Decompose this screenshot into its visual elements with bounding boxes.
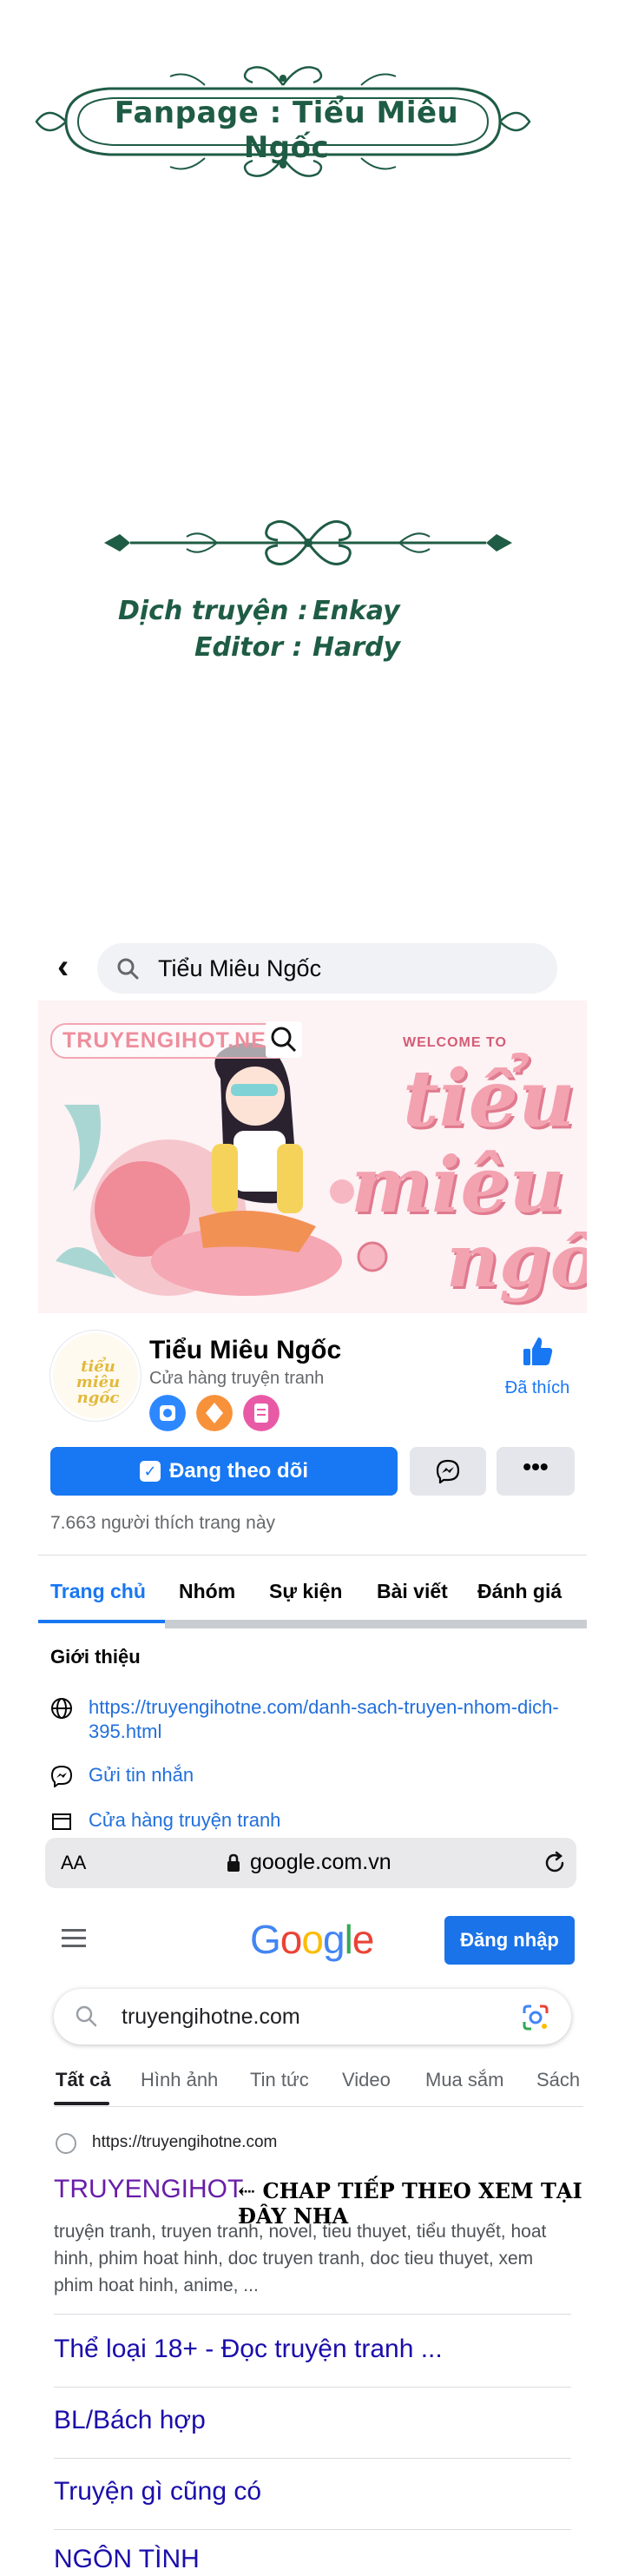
shop-icon: [52, 1813, 71, 1830]
share-badge-icon[interactable]: [149, 1395, 186, 1431]
tab-video[interactable]: Video: [342, 2069, 391, 2091]
intro-website-row: https://truyengihotne.com/danh-sach-truy…: [50, 1695, 571, 1747]
divider: [54, 2314, 571, 2315]
search-query: truyengihotne.com: [122, 2005, 300, 2029]
tab-home[interactable]: Trang chủ: [50, 1580, 146, 1603]
url-text: google.com.vn: [250, 1850, 391, 1874]
cover-title-line1: tiểu: [403, 1053, 576, 1145]
tab-books[interactable]: Sách: [536, 2069, 580, 2091]
search-query: Tiểu Miêu Ngốc: [158, 955, 322, 981]
page-profile-row: tiểu miêu ngốc Tiểu Miêu Ngốc Cửa hàng t…: [38, 1313, 587, 1443]
result-title-link[interactable]: TRUYENGIHOT: [54, 2175, 243, 2204]
sitelink-18plus[interactable]: Thể loại 18+ - Đọc truyện tranh ...: [54, 2335, 571, 2364]
tab-reviews[interactable]: Đánh giá: [477, 1580, 562, 1603]
google-search-box[interactable]: truyengihotne.com: [54, 1989, 571, 2044]
zoom-icon: [266, 1021, 302, 1058]
site-favicon-icon: [56, 2133, 76, 2154]
tab-events[interactable]: Sự kiện: [269, 1580, 342, 1603]
cover-welcome-text: WELCOME TO: [403, 1035, 507, 1050]
following-button[interactable]: ✓ Đang theo dõi: [50, 1447, 398, 1496]
active-tab-indicator: [38, 1620, 165, 1623]
tab-all[interactable]: Tất cả: [56, 2069, 111, 2091]
thumbs-up-icon: [523, 1338, 553, 1365]
search-icon: [76, 2005, 97, 2027]
google-logo[interactable]: Google: [250, 1916, 374, 1963]
messenger-button[interactable]: [410, 1447, 486, 1496]
check-icon: ✓: [140, 1461, 161, 1482]
sitelink-bl[interactable]: BL/Bách hợp: [54, 2406, 571, 2435]
tab-posts[interactable]: Bài viết: [377, 1580, 448, 1603]
website-link[interactable]: https://truyengihotne.com/danh-sach-truy…: [89, 1695, 575, 1744]
cover-photo[interactable]: TRUYENGIHOT.NET WELCOME TO tiểu miêu ngố…: [38, 1001, 587, 1313]
messenger-outline-icon: [50, 1765, 73, 1787]
intro-shop-row: Cửa hàng truyện tranh: [50, 1808, 571, 1834]
reader-options-button[interactable]: AA: [61, 1852, 86, 1874]
tab-scroll-track: [165, 1620, 587, 1628]
like-label: Đã thích: [504, 1378, 570, 1397]
divider: [54, 2387, 571, 2388]
tab-images[interactable]: Hình ảnh: [141, 2069, 218, 2091]
hamburger-menu-icon[interactable]: [59, 1926, 89, 1949]
browser-address-bar[interactable]: AA google.com.vn: [45, 1838, 576, 1888]
tab-groups[interactable]: Nhóm: [179, 1580, 235, 1603]
page-category: Cửa hàng truyện tranh: [149, 1369, 325, 1388]
intro-message-row: Gửi tin nhắn: [50, 1763, 571, 1789]
sign-in-button[interactable]: Đăng nhập: [444, 1916, 575, 1965]
like-toggle[interactable]: Đã thích: [498, 1334, 576, 1398]
avatar-logo-text: tiểu miêu ngốc: [76, 1357, 121, 1407]
messenger-icon: [436, 1459, 460, 1483]
editor-label: Editor :: [194, 632, 303, 663]
shop-badge-icon[interactable]: [196, 1395, 233, 1431]
fanpage-title: Fanpage : Tiểu Miêu Ngốc: [114, 96, 459, 165]
cover-title-line3: ngốc: [446, 1218, 587, 1304]
editor-name: Hardy: [312, 632, 401, 663]
following-label: Đang theo dõi: [169, 1459, 308, 1483]
back-arrow-icon[interactable]: ‹: [57, 949, 87, 984]
lock-icon: [227, 1853, 240, 1872]
tab-news[interactable]: Tin tức: [250, 2069, 309, 2091]
facebook-search-box[interactable]: Tiểu Miêu Ngốc: [97, 943, 557, 994]
result-url[interactable]: https://truyengihotne.com: [92, 2133, 277, 2152]
result-snippet: truyện tranh, truyen tranh, novel, tieu …: [54, 2222, 547, 2295]
divider: [54, 2458, 571, 2459]
divider: [54, 2529, 571, 2530]
page-tab-bar: Trang chủ Nhóm Sự kiện Bài viết Đánh giá: [38, 1555, 587, 1628]
reload-icon[interactable]: [542, 1850, 568, 1876]
google-lens-icon[interactable]: [521, 2003, 550, 2032]
globe-icon: [51, 1698, 72, 1719]
page-action-row: ✓ Đang theo dõi •••: [38, 1447, 587, 1499]
tab-shopping[interactable]: Mua sắm: [425, 2069, 503, 2091]
google-result-tabs: Tất cả Hình ảnh Tin tức Video Mua sắm Sá…: [54, 2064, 583, 2107]
search-icon: [117, 958, 139, 980]
likes-count: 7.663 người thích trang này: [50, 1513, 275, 1533]
reminder-badge-icon[interactable]: [243, 1395, 280, 1431]
active-tab-indicator: [54, 2102, 109, 2105]
sitelink-romance[interactable]: NGÔN TÌNH: [54, 2545, 571, 2574]
translator-label: Dịch truyện :: [118, 596, 308, 626]
page-name[interactable]: Tiểu Miêu Ngốc: [149, 1336, 341, 1365]
facebook-top-bar: ‹ Tiểu Miêu Ngốc: [38, 938, 587, 999]
shop-category-link[interactable]: Cửa hàng truyện tranh: [89, 1808, 280, 1833]
cover-title-line2: miêu: [351, 1139, 565, 1230]
cover-watermark: TRUYENGIHOT.NET: [50, 1023, 293, 1059]
intro-heading: Giới thiệu: [50, 1646, 141, 1668]
divider-ornament: [104, 520, 512, 565]
page-avatar[interactable]: tiểu miêu ngốc: [50, 1331, 141, 1421]
sitelink-any-story[interactable]: Truyện gì cũng có: [54, 2477, 571, 2507]
translator-name: Enkay: [312, 596, 400, 626]
send-message-link[interactable]: Gửi tin nhắn: [89, 1763, 194, 1787]
more-options-button[interactable]: •••: [497, 1447, 575, 1496]
